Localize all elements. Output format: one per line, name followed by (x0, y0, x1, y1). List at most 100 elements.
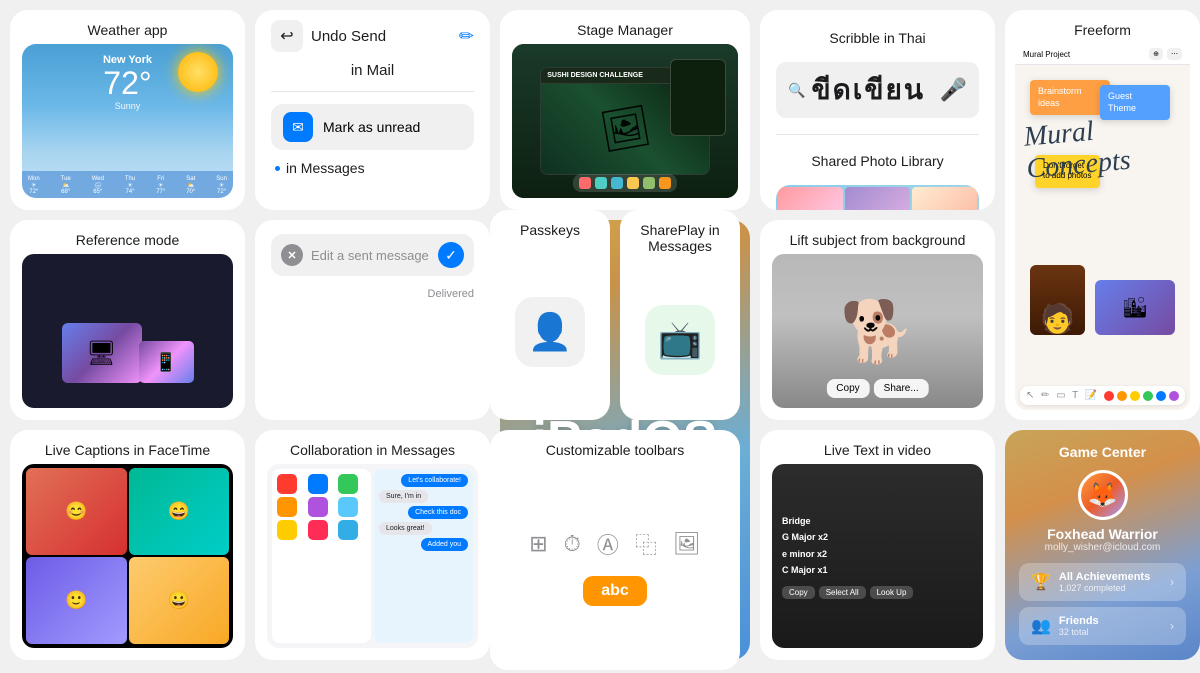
undo-icon: ↩ (271, 20, 303, 52)
passkeys-shareplay-row: Passkeys 👤 SharePlay in Messages 📺 (490, 210, 740, 420)
weather-day-1: Mon☀72° (28, 176, 40, 195)
sticky-note-orange[interactable]: Brainstorm ideas (1030, 80, 1110, 115)
close-button[interactable]: ✕ (281, 244, 303, 266)
color-yellow[interactable] (1130, 391, 1140, 401)
game-friends-item[interactable]: 👥 Friends 32 total › (1019, 607, 1186, 645)
color-purple[interactable] (1169, 391, 1179, 401)
weather-day-3: Wed🌧65° (92, 176, 104, 195)
collab-app-5 (308, 497, 328, 517)
shareplay-icon-area: 📺 (620, 260, 740, 420)
mic-icon: 🎤 (940, 77, 967, 103)
color-orange[interactable] (1117, 391, 1127, 401)
freeform-btn-2[interactable]: ⋯ (1167, 48, 1182, 60)
passkeys-card: Passkeys 👤 (490, 210, 610, 420)
passkeys-toolbars-section: Passkeys 👤 SharePlay in Messages 📺 Custo… (490, 210, 740, 663)
reference-title: Reference mode (10, 220, 245, 254)
divider (271, 91, 474, 92)
weather-day-7: Sun☀72° (216, 176, 227, 195)
freeform-toolbar: ↖ ✏ ▭ T 📝 (1020, 386, 1185, 405)
color-picker (1104, 391, 1179, 401)
edit-sent-inner: ✕ Edit a sent message ✓ Delivered (255, 220, 490, 314)
collab-messages-panel: Let's collaborate! Sure, I'm in Check th… (374, 469, 473, 643)
facetime-thumb-3: 🙂 (26, 557, 127, 644)
handwriting-text: Mural Concepts (1023, 116, 1132, 185)
confirm-button[interactable]: ✓ (438, 242, 464, 268)
friends-info: Friends 32 total (1059, 615, 1162, 637)
friends-icon: 👥 (1031, 616, 1051, 636)
achievements-title: All Achievements (1059, 571, 1162, 583)
collab-apps-panel (272, 469, 371, 643)
livetext-lines: Bridge G Major x2 e minor x2 C Major x1 (782, 513, 973, 578)
copy-btn[interactable]: Copy (826, 379, 869, 398)
achievements-info: All Achievements 1,027 completed (1059, 571, 1162, 593)
color-blue[interactable] (1156, 391, 1166, 401)
reference-devices: 🖥 📱 (62, 323, 194, 398)
facetime-title: Live Captions in FaceTime (10, 430, 245, 464)
livetext-lookup-btn[interactable]: Look Up (870, 586, 914, 599)
photo-collage (776, 185, 979, 210)
game-player-email: molly_wisher@icloud.com (1045, 542, 1161, 553)
freeform-title: Freeform (1005, 10, 1200, 44)
mark-unread-icon: ✉ (283, 112, 313, 142)
friends-chevron: › (1170, 619, 1174, 633)
weather-title: Weather app (10, 10, 245, 44)
passkeys-title: Passkeys (490, 210, 610, 244)
section-divider (776, 134, 979, 135)
achievements-chevron: › (1170, 575, 1174, 589)
undo-send-label: Undo Send (311, 28, 386, 45)
collab-app-7 (277, 520, 297, 540)
reference-monitor: 🖥 (62, 323, 142, 383)
edit-message-row[interactable]: ✕ Edit a sent message ✓ (271, 234, 474, 276)
passkeys-icon-area: 👤 (490, 244, 610, 420)
livetext-selectall-btn[interactable]: Select All (819, 586, 866, 599)
reference-preview: 🖥 📱 (22, 254, 233, 408)
mark-unread-row[interactable]: ✉ Mark as unread (271, 104, 474, 150)
shareplay-icon: 📺 (645, 305, 715, 375)
weather-forecast-bar: Mon☀72° Tue⛅68° Wed🌧65° Thu☀74° Fri☀77° … (22, 171, 233, 198)
livetext-line3: e minor x2 (782, 546, 973, 562)
mark-unread-label: Mark as unread (323, 119, 420, 135)
edit-placeholder: Edit a sent message (311, 248, 430, 263)
tool-cursor[interactable]: ↖ (1026, 390, 1034, 401)
collab-preview: Let's collaborate! Sure, I'm in Check th… (267, 464, 478, 648)
scribble-inner: Scribble in Thai 🔍 ขีดเขียน 🎤 Shared Pho… (760, 10, 995, 210)
collab-card: Collaboration in Messages Let's col (255, 430, 490, 660)
facetime-preview: 😊 😄 🙂 😀 (22, 464, 233, 648)
tool-sticky[interactable]: 📝 (1085, 390, 1097, 401)
blue-dot (275, 166, 280, 171)
tool-shape[interactable]: ▭ (1056, 390, 1065, 401)
delivered-text: Delivered (271, 288, 474, 300)
collab-msg-recv-1: Sure, I'm in (379, 490, 428, 503)
freeform-btn-1[interactable]: ⊕ (1149, 48, 1163, 60)
livetext-card: Live Text in video Bridge G Major x2 e m… (760, 430, 995, 660)
person-icon: 🧑 (1040, 302, 1075, 335)
game-achievements-item[interactable]: 🏆 All Achievements 1,027 completed › (1019, 563, 1186, 601)
livetext-copy-btn[interactable]: Copy (782, 586, 815, 599)
shared-photo-title: Shared Photo Library (811, 151, 943, 173)
tool-text[interactable]: T (1072, 390, 1078, 401)
in-messages-row: in Messages (271, 160, 474, 176)
scribble-card: Scribble in Thai 🔍 ขีดเขียน 🎤 Shared Pho… (760, 10, 995, 210)
livetext-preview: Bridge G Major x2 e minor x2 C Major x1 … (772, 464, 983, 648)
tool-pen[interactable]: ✏ (1041, 390, 1049, 401)
game-avatar: 🦊 (1078, 470, 1128, 520)
freeform-header-buttons: ⊕ ⋯ (1149, 48, 1182, 60)
weather-bar-row: Mon☀72° Tue⛅68° Wed🌧65° Thu☀74° Fri☀77° … (28, 175, 227, 196)
abc-label: abc (601, 582, 629, 599)
freeform-project-label: Mural Project (1023, 50, 1070, 59)
in-messages-label: in Messages (286, 160, 365, 176)
color-red[interactable] (1104, 391, 1114, 401)
game-center-title: Game Center (1019, 444, 1186, 460)
scribble-title: Scribble in Thai (829, 20, 925, 50)
livetext-content: Bridge G Major x2 e minor x2 C Major x1 … (772, 464, 983, 648)
collab-msg-sent-1: Let's collaborate! (401, 474, 468, 487)
share-btn[interactable]: Share... (874, 379, 929, 398)
toolbars-title: Customizable toolbars (490, 430, 740, 464)
freeform-card: Freeform Mural Project ⊕ ⋯ Brainstorm id… (1005, 10, 1200, 420)
photo-2 (845, 187, 910, 210)
person-img: 🧑 (1030, 265, 1085, 335)
friends-sub: 32 total (1059, 627, 1162, 637)
weather-day-4: Thu☀74° (125, 176, 135, 195)
color-green[interactable] (1143, 391, 1153, 401)
freeform-canvas: Brainstorm ideas Guest Theme Don't forge… (1015, 65, 1190, 365)
